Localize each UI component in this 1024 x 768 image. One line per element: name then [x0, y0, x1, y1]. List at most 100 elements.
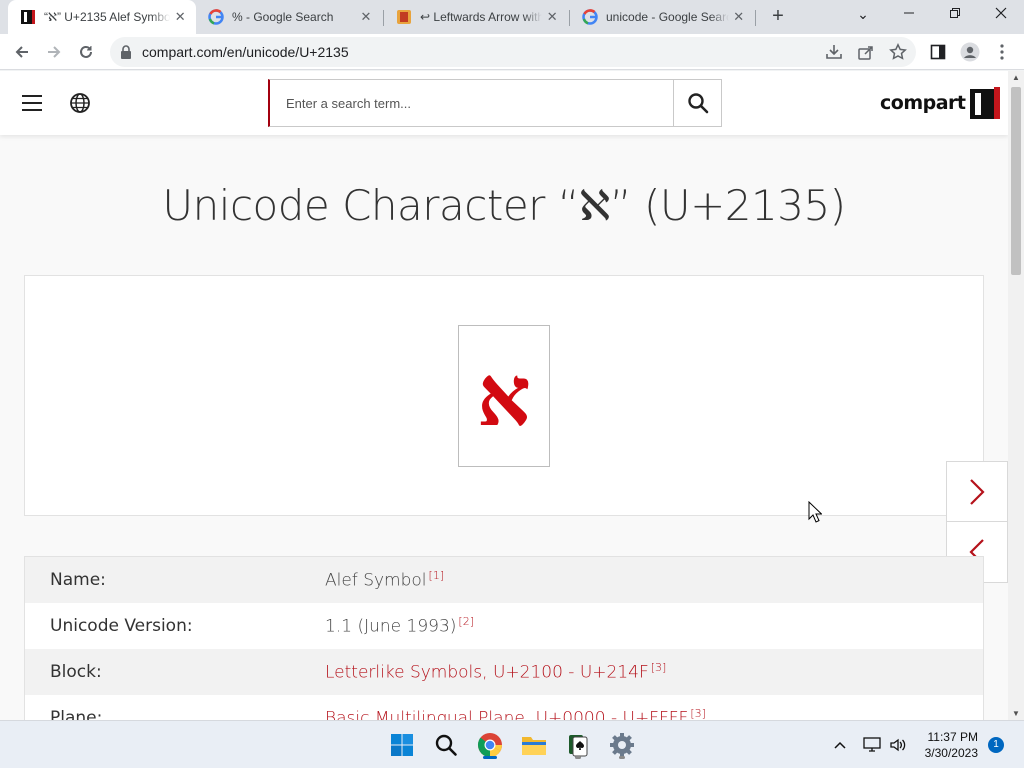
scroll-up-icon[interactable]: ▲	[1012, 73, 1020, 82]
browser-menu-button[interactable]	[988, 38, 1016, 66]
solitaire-icon[interactable]	[562, 729, 594, 761]
share-icon	[858, 46, 873, 60]
search-icon	[687, 93, 708, 114]
row-value: Alef Symbol [1]	[325, 569, 444, 591]
bookmark-favicon-icon	[396, 9, 412, 25]
minimize-button[interactable]	[886, 0, 932, 30]
search-button[interactable]	[673, 80, 721, 126]
running-app-indicator	[575, 756, 581, 759]
bookmark-star-button[interactable]	[884, 38, 912, 66]
new-tab-button[interactable]: +	[766, 5, 790, 29]
name-value: Alef Symbol	[325, 570, 427, 591]
close-icon	[995, 7, 1007, 19]
system-clock[interactable]: 11:37 PM 3/30/2023	[912, 729, 978, 761]
tab-alef-symbol[interactable]: “ℵ” U+2135 Alef Symbol ✕	[8, 0, 196, 34]
chrome-icon[interactable]	[474, 729, 506, 761]
scrollbar-thumb[interactable]	[1011, 87, 1021, 275]
reference-link[interactable]: [2]	[458, 615, 474, 628]
site-header: compart	[0, 71, 1008, 135]
close-tab-icon[interactable]: ✕	[542, 9, 562, 25]
page-title: Unicode Character “ℵ” (U+2135)	[162, 181, 846, 230]
close-tab-icon[interactable]: ✕	[170, 9, 190, 25]
tab-search-dropdown-button[interactable]: ⌄	[840, 0, 886, 30]
more-vertical-icon	[1000, 44, 1004, 60]
back-button[interactable]	[8, 38, 36, 66]
alef-glyph: א	[477, 346, 531, 445]
profile-button[interactable]	[956, 38, 984, 66]
side-panel-button[interactable]	[924, 38, 952, 66]
row-value: 1.1 (June 1993) [2]	[325, 615, 474, 637]
install-app-button[interactable]	[820, 38, 848, 66]
side-panel-icon	[930, 44, 946, 60]
row-label: Name:	[50, 570, 106, 590]
tab-google-search-percent[interactable]: % - Google Search ✕	[196, 0, 382, 34]
scroll-down-icon[interactable]: ▼	[1012, 709, 1020, 718]
next-character-button[interactable]	[946, 461, 1008, 523]
page-scrollbar[interactable]: ▲ ▼	[1008, 71, 1024, 720]
star-icon	[889, 43, 907, 60]
address-bar[interactable]: compart.com/en/unicode/U+2135	[110, 37, 916, 67]
minimize-icon	[904, 12, 914, 14]
tab-unicode-google-search[interactable]: unicode - Google Search ✕	[570, 0, 754, 34]
browser-toolbar: compart.com/en/unicode/U+2135	[0, 34, 1024, 70]
reference-link[interactable]: [3]	[690, 707, 706, 720]
url-text: compart.com/en/unicode/U+2135	[142, 44, 349, 60]
page-viewport: compart Unicode Character “ℵ” (U+2135) א…	[0, 71, 1008, 720]
file-explorer-icon[interactable]	[518, 729, 550, 761]
glyph-preview-panel: א	[24, 275, 984, 516]
clock-time: 11:37 PM	[927, 730, 978, 744]
globe-icon[interactable]	[69, 92, 91, 119]
compart-logo-icon	[969, 87, 1000, 119]
share-button[interactable]	[852, 38, 880, 66]
notification-badge[interactable]: 1	[988, 737, 1004, 753]
restore-icon	[950, 8, 960, 18]
tab-title: % - Google Search	[232, 10, 334, 24]
mouse-cursor-icon	[808, 500, 823, 528]
table-row: Name: Alef Symbol [1]	[25, 557, 983, 603]
avatar-icon	[960, 42, 980, 62]
reload-icon	[80, 45, 92, 58]
reference-link[interactable]: [3]	[651, 661, 667, 674]
tab-separator	[755, 10, 756, 26]
clock-date: 3/30/2023	[924, 746, 978, 760]
version-value: 1.1 (June 1993)	[325, 616, 457, 637]
glyph-card: א	[458, 325, 550, 467]
back-arrow-icon	[15, 46, 28, 58]
close-window-button[interactable]	[978, 0, 1024, 30]
search-input[interactable]	[270, 80, 673, 126]
volume-icon[interactable]	[884, 729, 912, 761]
tab-title: unicode - Google Search	[606, 10, 730, 24]
row-label: Unicode Version:	[50, 616, 193, 636]
table-row: Block: Letterlike Symbols, U+2100 - U+21…	[25, 649, 983, 695]
row-value: Basic Multilingual Plane, U+0000 - U+FFF…	[325, 707, 706, 720]
windows-start-icon[interactable]	[386, 729, 418, 761]
plane-link[interactable]: Basic Multilingual Plane, U+0000 - U+FFF…	[325, 709, 688, 720]
tab-leftwards-arrow[interactable]: ↩ Leftwards Arrow with ✕	[384, 0, 568, 34]
forward-button[interactable]	[40, 38, 68, 66]
row-label: Plane:	[50, 708, 103, 720]
compart-logo[interactable]: compart	[880, 87, 1000, 119]
table-row: Plane: Basic Multilingual Plane, U+0000 …	[25, 695, 983, 720]
close-tab-icon[interactable]: ✕	[356, 9, 376, 25]
reference-link[interactable]: [1]	[429, 569, 445, 582]
block-link[interactable]: Letterlike Symbols, U+2100 - U+214F	[325, 663, 649, 683]
taskbar-search-icon[interactable]	[430, 729, 462, 761]
windows-taskbar: 11:37 PM 3/30/2023 1	[0, 720, 1024, 768]
show-hidden-icons-chevron-icon[interactable]	[824, 729, 856, 761]
restore-button[interactable]	[932, 0, 978, 30]
close-tab-icon[interactable]: ✕	[729, 9, 748, 25]
settings-gear-icon[interactable]	[606, 729, 638, 761]
chevron-right-icon	[970, 479, 985, 505]
lock-icon[interactable]	[120, 45, 132, 59]
google-favicon-icon	[582, 9, 598, 25]
row-value: Letterlike Symbols, U+2100 - U+214F [3]	[325, 661, 666, 683]
running-app-indicator	[619, 756, 625, 759]
google-favicon-icon	[208, 9, 224, 25]
network-icon[interactable]	[858, 729, 886, 761]
site-search	[268, 79, 722, 127]
reload-button[interactable]	[72, 38, 100, 66]
tab-title: ↩ Leftwards Arrow with	[420, 10, 543, 24]
menu-icon[interactable]	[22, 95, 42, 111]
compart-favicon-icon	[20, 9, 36, 25]
character-info-table: Name: Alef Symbol [1] Unicode Version: 1.…	[24, 556, 984, 720]
